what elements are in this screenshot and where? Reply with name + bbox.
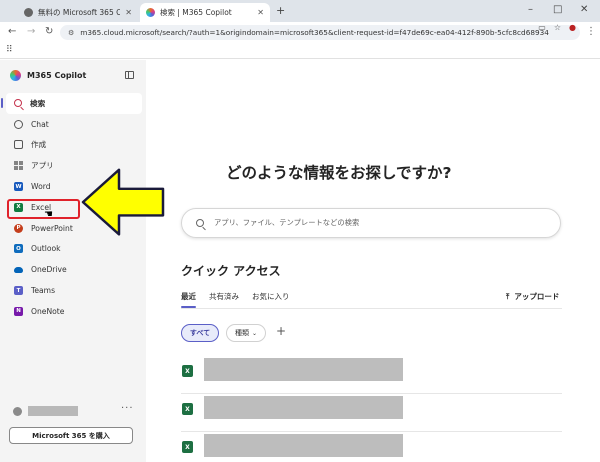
sidebar-item-onenote[interactable]: N OneNote: [6, 301, 142, 322]
word-icon: W: [14, 182, 23, 192]
sidebar-item-label: Chat: [31, 119, 49, 129]
brand-name: M365 Copilot: [27, 71, 87, 80]
main-content: どのような情報をお探しですか? アプリ、ファイル、テンプレートなどの検索 クイッ…: [146, 60, 600, 462]
sidebar-item-label: アプリ: [31, 161, 54, 171]
close-icon[interactable]: ✕: [125, 8, 132, 17]
create-icon: [14, 140, 23, 150]
sidebar-item-label: PowerPoint: [31, 223, 73, 233]
maximize-icon[interactable]: □: [553, 4, 562, 15]
chevron-down-icon: ⌄: [251, 329, 258, 337]
filter-type-label: 種類: [234, 329, 249, 337]
filter-type-dropdown[interactable]: 種類 ⌄: [226, 324, 266, 342]
file-name-redacted: [204, 434, 403, 457]
tabs-divider: [181, 308, 562, 309]
search-placeholder: アプリ、ファイル、テンプレートなどの検索: [214, 218, 360, 227]
list-item[interactable]: X: [181, 394, 562, 432]
sidebar-item-label: 検索: [30, 98, 46, 108]
tab-shared[interactable]: 共有済み: [209, 291, 239, 308]
toolbar-icons: ▭ ☆ ●: [538, 23, 576, 32]
tab-title: 無料の Microsoft 365 Online: [38, 8, 121, 17]
reload-icon[interactable]: ↻: [45, 26, 53, 37]
sidebar-item-label: OneNote: [31, 306, 65, 316]
list-item[interactable]: X: [181, 356, 562, 394]
sidebar-item-teams[interactable]: T Teams: [6, 280, 142, 301]
file-name-redacted: [204, 358, 403, 381]
user-profile[interactable]: [13, 406, 78, 416]
quick-access-tabs: 最近 共有済み お気に入り: [181, 291, 290, 308]
window-close-icon[interactable]: ✕: [580, 4, 588, 15]
powerpoint-icon: P: [14, 223, 23, 233]
onenote-icon: N: [14, 306, 23, 316]
browser-tab-ms365-online[interactable]: 無料の Microsoft 365 Online ✕: [18, 3, 138, 22]
sidebar-item-outlook[interactable]: O Outlook: [6, 239, 142, 260]
quick-access-heading: クイック アクセス: [181, 264, 281, 278]
sidebar-item-onedrive[interactable]: OneDrive: [6, 259, 142, 280]
bookmarks-bar: ⠿: [0, 42, 600, 59]
buy-microsoft-365-button[interactable]: Microsoft 365 を購入: [9, 427, 133, 444]
list-item[interactable]: X: [181, 432, 562, 462]
recent-files-list: X X X: [181, 356, 562, 462]
globe-icon: [24, 8, 33, 17]
close-icon[interactable]: ✕: [257, 8, 264, 17]
back-icon[interactable]: ←: [8, 26, 16, 37]
search-input[interactable]: アプリ、ファイル、テンプレートなどの検索: [181, 208, 561, 238]
search-icon: [196, 219, 204, 227]
outlook-icon: O: [14, 244, 23, 254]
page-title: どのような情報をお探しですか?: [226, 164, 452, 182]
browser-tab-copilot-search[interactable]: 検索 | M365 Copilot ✕: [140, 3, 270, 22]
sidebar-item-label: 作成: [31, 140, 47, 150]
apps-icon: [14, 161, 23, 171]
avatar: [13, 406, 22, 416]
url-text: m365.cloud.microsoft/search/?auth=1&orig…: [80, 28, 549, 37]
sidebar-item-search[interactable]: 検索: [1, 93, 142, 114]
upload-button[interactable]: ⤒ アップロード: [506, 291, 559, 302]
sidebar: M365 Copilot 検索 Chat 作成 アプリ W Word X Exc…: [0, 60, 146, 462]
tab-favorites[interactable]: お気に入り: [252, 291, 290, 308]
sidebar-item-chat[interactable]: Chat: [6, 114, 142, 135]
tab-recent[interactable]: 最近: [181, 291, 196, 308]
excel-file-icon: X: [182, 365, 193, 377]
sidebar-item-create[interactable]: 作成: [6, 135, 142, 156]
apps-grid-icon[interactable]: ⠿: [6, 45, 13, 55]
sidebar-item-label: Teams: [31, 286, 56, 296]
search-icon: [14, 99, 22, 108]
profile-avatar-icon[interactable]: ●: [569, 23, 576, 32]
copilot-icon: [146, 8, 155, 17]
cast-icon[interactable]: ▭: [538, 23, 546, 32]
chat-icon: [14, 119, 23, 129]
onedrive-icon: [14, 266, 23, 273]
site-info-icon[interactable]: ⚙: [68, 29, 74, 37]
excel-file-icon: X: [182, 441, 193, 453]
bookmark-star-icon[interactable]: ☆: [554, 23, 561, 32]
minimize-icon[interactable]: –: [528, 4, 533, 15]
brand: M365 Copilot: [10, 70, 86, 81]
copilot-logo-icon: [10, 70, 21, 81]
sidebar-item-label: OneDrive: [31, 265, 67, 275]
collapse-sidebar-icon[interactable]: [125, 71, 134, 79]
address-bar[interactable]: ⚙ m365.cloud.microsoft/search/?auth=1&or…: [60, 25, 580, 40]
sidebar-item-label: Word: [31, 182, 51, 192]
hand-cursor-icon: ☚: [44, 209, 53, 220]
yellow-arrow-annotation: [81, 168, 165, 236]
browser-menu-icon[interactable]: ⋮: [586, 26, 596, 37]
teams-icon: T: [14, 286, 23, 296]
sidebar-item-label: Outlook: [31, 244, 61, 254]
forward-icon[interactable]: →: [27, 26, 35, 37]
tab-title: 検索 | M365 Copilot: [160, 8, 232, 17]
more-options-icon[interactable]: ···: [121, 403, 134, 414]
user-name-redacted: [28, 406, 78, 416]
browser-tab-bar: 無料の Microsoft 365 Online ✕ 検索 | M365 Cop…: [0, 0, 600, 22]
add-filter-icon[interactable]: +: [276, 324, 286, 338]
excel-file-icon: X: [182, 403, 193, 415]
new-tab-icon[interactable]: +: [276, 4, 285, 17]
upload-icon: ⤒: [506, 291, 510, 301]
browser-toolbar: ← → ↻ ⚙ m365.cloud.microsoft/search/?aut…: [0, 22, 600, 42]
filter-all-chip[interactable]: すべて: [181, 324, 219, 342]
upload-label: アップロード: [514, 292, 560, 301]
file-name-redacted: [204, 396, 403, 419]
